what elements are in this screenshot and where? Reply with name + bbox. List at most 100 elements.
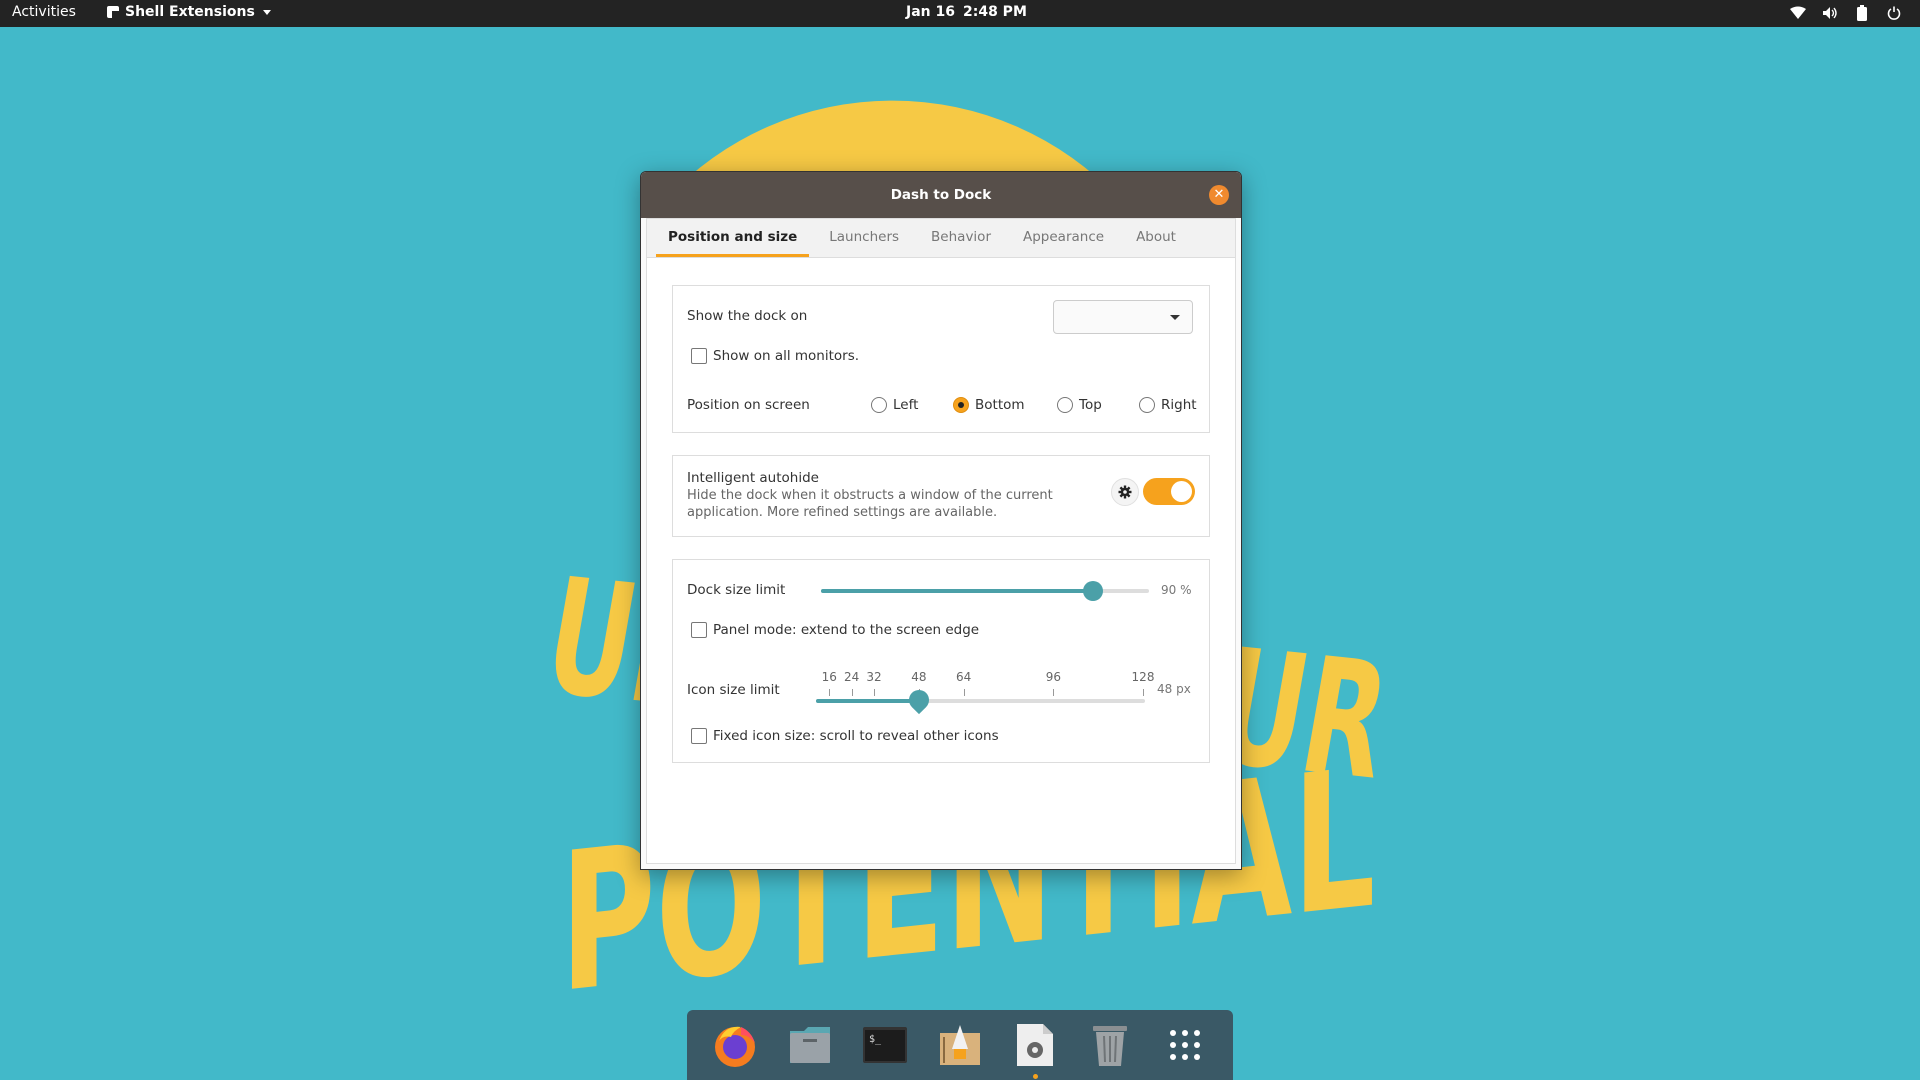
- tab-about[interactable]: About: [1124, 219, 1188, 257]
- icon-size-mark-label: 32: [866, 670, 882, 684]
- pop-shop-icon: [939, 1025, 980, 1065]
- autohide-description-line2: application. More refined settings are a…: [687, 505, 998, 520]
- terminal-icon: $_: [862, 1027, 907, 1063]
- close-button[interactable]: ✕: [1209, 185, 1229, 205]
- dropdown-arrow-icon: [262, 9, 271, 15]
- files-icon: [789, 1027, 830, 1063]
- position-top-label: Top: [1079, 397, 1102, 413]
- toggle-knob: [1171, 481, 1192, 502]
- window-titlebar[interactable]: Dash to Dock ✕: [641, 172, 1241, 218]
- volume-icon: [1822, 5, 1838, 21]
- panel-mode-label: Panel mode: extend to the screen edge: [713, 622, 980, 638]
- icon-size-value: 48 px: [1157, 682, 1191, 696]
- clock-date: Jan 16: [906, 4, 955, 20]
- icon-size-mark-tick: [829, 689, 831, 696]
- dock-size-label: Dock size limit: [687, 582, 786, 598]
- icon-size-mark-label: 24: [843, 670, 860, 684]
- svg-text:$_: $_: [869, 1034, 882, 1045]
- dock-item-trash[interactable]: [1084, 1019, 1136, 1071]
- all-monitors-checkbox-box[interactable]: [691, 348, 707, 364]
- icon-size-mark-label: 64: [956, 670, 972, 684]
- position-left-radio[interactable]: Left: [871, 397, 918, 413]
- icon-size-mark-tick: [874, 689, 876, 696]
- dock-size-slider-fill: [821, 589, 1093, 593]
- icon-size-mark-tick: [1053, 689, 1055, 696]
- all-monitors-checkbox[interactable]: Show on all monitors.: [691, 348, 859, 364]
- tab-appearance[interactable]: Appearance: [1011, 219, 1116, 257]
- gear-icon: [1118, 485, 1132, 499]
- dock-size-slider-handle[interactable]: [1083, 581, 1103, 601]
- autohide-description-line1: Hide the dock when it obstructs a window…: [687, 488, 1053, 503]
- dock-item-terminal[interactable]: $_: [859, 1019, 911, 1071]
- icon-size-mark-tick: [1143, 689, 1144, 696]
- power-icon: [1886, 5, 1902, 21]
- app-menu[interactable]: Shell Extensions: [107, 4, 271, 20]
- icon-size-mark-label: 128: [1131, 670, 1155, 684]
- icon-size-mark-label: 48: [911, 670, 927, 684]
- show-dock-on-label: Show the dock on: [687, 308, 808, 324]
- radio-top-indicator[interactable]: [1057, 397, 1073, 413]
- icon-size-slider-fill: [816, 699, 919, 703]
- position-on-screen-label: Position on screen: [687, 397, 810, 413]
- position-frame: Show the dock on Show on all monitors. P…: [672, 285, 1210, 433]
- icon-size-mark-tick: [851, 689, 853, 696]
- icon-size-slider[interactable]: [816, 685, 1145, 715]
- extension-settings-icon: [1017, 1024, 1054, 1066]
- top-bar: Activities Shell Extensions Jan 16 2:48 P…: [0, 0, 1920, 27]
- dock-item-files[interactable]: [784, 1019, 836, 1071]
- size-frame: Dock size limit 90 % Panel mode: extend …: [672, 559, 1210, 763]
- dash-to-dock-window: Dash to Dock ✕ Position and size Launche…: [640, 171, 1242, 870]
- window-content: Position and size Launchers Behavior App…: [646, 218, 1236, 864]
- dock-item-pop-shop[interactable]: [934, 1019, 986, 1071]
- autohide-settings-button[interactable]: [1111, 478, 1139, 506]
- tab-bar: Position and size Launchers Behavior App…: [647, 219, 1235, 258]
- dock-item-app-grid[interactable]: [1159, 1019, 1211, 1071]
- dock: $_: [687, 1010, 1233, 1080]
- firefox-icon: [714, 1026, 755, 1067]
- tab-behavior[interactable]: Behavior: [919, 219, 1003, 257]
- fixed-icon-size-label: Fixed icon size: scroll to reveal other …: [713, 728, 999, 744]
- window-title: Dash to Dock: [890, 187, 992, 203]
- dock-item-firefox[interactable]: [709, 1019, 761, 1071]
- tab-position-and-size[interactable]: Position and size: [656, 219, 810, 257]
- radio-left-indicator[interactable]: [871, 397, 887, 413]
- clock[interactable]: Jan 16 2:48 PM: [906, 4, 1035, 20]
- position-bottom-radio[interactable]: Bottom: [953, 397, 1025, 413]
- fixed-icon-size-checkbox-box[interactable]: [691, 728, 707, 744]
- dock-size-value: 90 %: [1161, 583, 1192, 597]
- chevron-down-icon: [1170, 315, 1180, 320]
- wifi-icon: [1790, 5, 1806, 21]
- activities-button[interactable]: Activities: [12, 4, 76, 20]
- all-monitors-label: Show on all monitors.: [713, 348, 860, 364]
- app-grid-icon: [1170, 1030, 1201, 1060]
- clock-time: 2:48 PM: [962, 4, 1027, 20]
- position-right-radio[interactable]: Right: [1139, 397, 1197, 413]
- autohide-toggle[interactable]: [1143, 478, 1195, 505]
- panel-mode-checkbox[interactable]: Panel mode: extend to the screen edge: [691, 622, 979, 638]
- icon-size-mark-label: 96: [1045, 670, 1061, 684]
- position-bottom-label: Bottom: [975, 397, 1025, 413]
- system-menu[interactable]: [1790, 5, 1902, 21]
- dock-item-extension-settings[interactable]: [1009, 1019, 1061, 1079]
- autohide-frame: Intelligent autohide Hide the dock when …: [672, 455, 1210, 537]
- extensions-icon: [107, 6, 119, 18]
- close-icon: ✕: [1213, 187, 1225, 202]
- position-top-radio[interactable]: Top: [1057, 397, 1102, 413]
- running-indicator: [1033, 1074, 1039, 1079]
- radio-right-indicator[interactable]: [1139, 397, 1155, 413]
- position-right-label: Right: [1161, 397, 1197, 413]
- autohide-title: Intelligent autohide: [687, 470, 819, 486]
- fixed-icon-size-checkbox[interactable]: Fixed icon size: scroll to reveal other …: [691, 728, 999, 744]
- radio-bottom-indicator[interactable]: [953, 397, 969, 413]
- trash-icon: [1093, 1026, 1128, 1066]
- icon-size-marks: 16 24 32 48 64 96 128: [816, 670, 1154, 700]
- app-menu-label: Shell Extensions: [125, 4, 255, 20]
- monitor-dropdown[interactable]: [1053, 300, 1193, 334]
- position-left-label: Left: [893, 397, 919, 413]
- icon-size-label: Icon size limit: [687, 682, 780, 698]
- tab-launchers[interactable]: Launchers: [817, 219, 911, 257]
- panel-mode-checkbox-box[interactable]: [691, 622, 707, 638]
- icon-size-mark-label: 16: [821, 670, 837, 684]
- battery-icon: [1854, 5, 1870, 21]
- dock-size-slider[interactable]: [821, 581, 1149, 601]
